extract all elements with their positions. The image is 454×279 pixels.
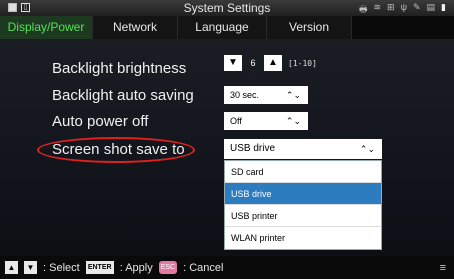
auto-power-off-label: Auto power off	[52, 113, 149, 130]
backlight-brightness-value: 6	[250, 58, 256, 68]
chevron-updown-icon: ⌃⌄	[285, 90, 301, 100]
triangle-down-icon: ▼	[24, 261, 37, 274]
backlight-brightness-label: Backlight brightness	[52, 60, 187, 77]
backlight-auto-saving-select[interactable]: 30 sec. ⌃⌄	[224, 86, 308, 104]
cancel-hint: : Cancel	[183, 261, 224, 274]
screenshot-save-to-dropdown: SD card USB drive USB printer WLAN print…	[224, 160, 382, 250]
screenshot-save-to-value: USB drive	[230, 143, 276, 154]
backlight-auto-saving-value: 30 sec.	[230, 90, 260, 100]
decrease-button[interactable]: ▼	[224, 55, 242, 71]
select-hint: : Select	[43, 261, 80, 274]
auto-power-off-value: Off	[230, 116, 242, 126]
tab-version[interactable]: Version	[267, 16, 352, 39]
chevron-updown-icon: ⌃⌄	[359, 144, 375, 154]
brightness-range: [1-10]	[288, 58, 317, 68]
apply-hint: : Apply	[119, 261, 153, 274]
enter-key: ENTER	[85, 261, 114, 274]
footer-bar: ▲ ▼ : Select ENTER : Apply ESC : Cancel …	[0, 256, 454, 279]
backlight-brightness-stepper: ▼ 6 ▲ [1-10]	[224, 55, 317, 71]
tab-language[interactable]: Language	[178, 16, 267, 39]
backlight-auto-saving-label: Backlight auto saving	[52, 87, 194, 104]
option-sd-card[interactable]: SD card	[225, 161, 381, 183]
tab-bar: Display/Power Network Language Version	[0, 16, 454, 39]
esc-key: ESC	[158, 261, 178, 274]
increase-button[interactable]: ▲	[264, 55, 282, 71]
tab-display-power[interactable]: Display/Power	[0, 16, 93, 39]
chevron-updown-icon: ⌃⌄	[285, 116, 301, 126]
option-usb-drive[interactable]: USB drive	[225, 183, 381, 205]
menu-icon[interactable]: ≡	[440, 262, 446, 274]
tab-network[interactable]: Network	[93, 16, 178, 39]
auto-power-off-select[interactable]: Off ⌃⌄	[224, 112, 308, 130]
title-bar: ▯ System Settings 🖶 ≋ ⊞ ψ ✎ ▤ ▮	[0, 0, 454, 16]
screenshot-save-to-select[interactable]: USB drive ⌃⌄	[224, 139, 382, 159]
option-usb-printer[interactable]: USB printer	[225, 205, 381, 227]
triangle-up-icon: ▲	[5, 261, 18, 274]
screenshot-save-to-label: Screen shot save to	[52, 141, 185, 158]
option-wlan-printer[interactable]: WLAN printer	[225, 227, 381, 249]
